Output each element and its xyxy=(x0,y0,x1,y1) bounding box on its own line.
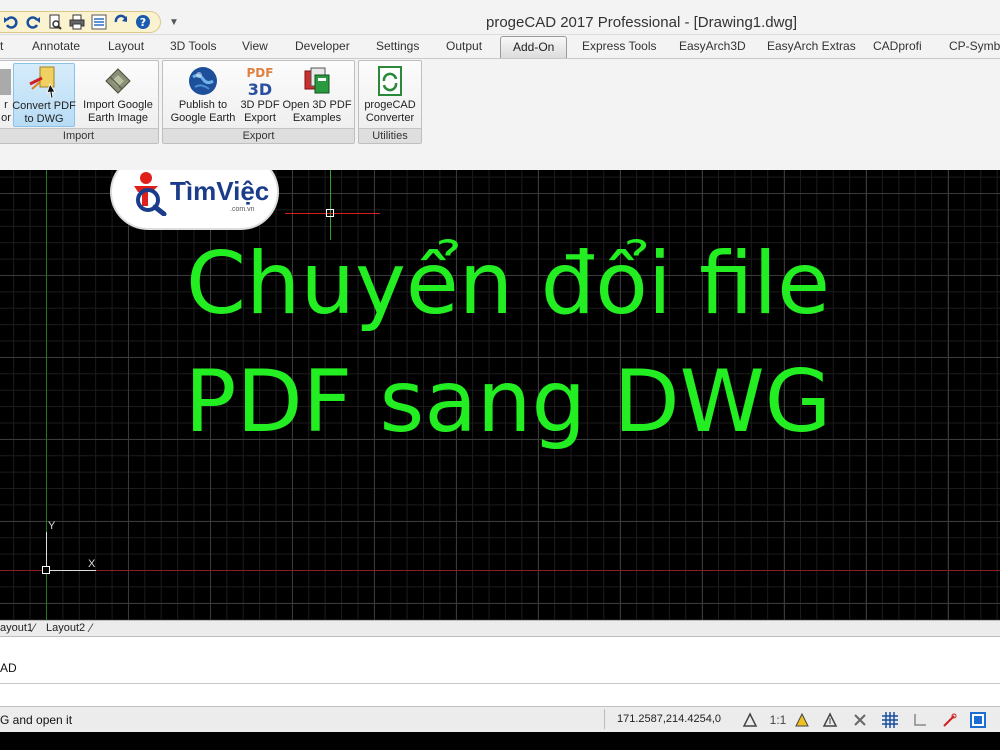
svg-text:3D: 3D xyxy=(248,80,272,99)
redo-icon[interactable] xyxy=(24,13,42,31)
pdf-3d-icon: PDF 3D xyxy=(242,63,278,99)
print-preview-icon[interactable] xyxy=(46,13,64,31)
properties-icon[interactable] xyxy=(90,13,108,31)
import-google-earth-image-button[interactable]: Import Google Earth Image xyxy=(79,63,157,127)
qat-customize-icon[interactable]: ▼ xyxy=(169,17,179,28)
window-title: progeCAD 2017 Professional - [Drawing1.d… xyxy=(486,14,797,31)
drawing-canvas[interactable]: Y X Chuyển đổi file PDF sang DWG TìmViệc… xyxy=(0,170,1000,620)
tab-3d-tools[interactable]: 3D Tools xyxy=(170,39,216,53)
tab-view[interactable]: View xyxy=(242,39,268,53)
command-history-line: AD xyxy=(0,661,17,675)
regen-icon[interactable] xyxy=(112,13,130,31)
svg-text:?: ? xyxy=(140,16,146,29)
tab-express-tools[interactable]: Express Tools xyxy=(582,39,656,53)
convert-pdf-to-dwg-button[interactable]: Convert PDF to DWG xyxy=(12,63,76,127)
tab-layout2[interactable]: Layout2 xyxy=(46,622,85,634)
utilities-panel: progeCAD Converter Utilities xyxy=(358,60,422,144)
title-bar: ? ▼ progeCAD 2017 Professional - [Drawin… xyxy=(0,0,1000,35)
tab-layout[interactable]: Layout xyxy=(108,39,144,53)
fullscreen-icon[interactable] xyxy=(968,710,988,730)
tab-easyarch3d[interactable]: EasyArch3D xyxy=(679,39,746,53)
pdf-convert-icon xyxy=(26,64,62,100)
crosshair-vertical xyxy=(330,170,331,240)
tab-cadprofi[interactable]: CADprofi xyxy=(873,39,922,53)
print-icon[interactable] xyxy=(68,13,86,31)
open-3d-pdf-examples-button[interactable]: Open 3D PDF Examples xyxy=(281,63,353,127)
tab-settings[interactable]: Settings xyxy=(376,39,419,53)
converter-icon xyxy=(372,63,408,99)
google-earth-import-icon xyxy=(100,63,136,99)
status-bar: G and open it 171.2587,214.4254,0 1:1 xyxy=(0,706,1000,732)
headline-line-1: Chuyển đổi file xyxy=(185,234,831,334)
tab-annotate[interactable]: Annotate xyxy=(32,39,80,53)
polar-tracking-icon[interactable] xyxy=(940,710,960,730)
ribbon-tabs: t Annotate Layout 3D Tools View Develope… xyxy=(0,35,1000,58)
quick-access-toolbar: ? ▼ xyxy=(0,11,179,33)
partial-button[interactable]: r or xyxy=(0,63,13,127)
utilities-panel-label: Utilities xyxy=(359,128,421,143)
bottom-border xyxy=(0,732,1000,750)
progecad-converter-button[interactable]: progeCAD Converter xyxy=(361,63,419,127)
ortho-icon[interactable] xyxy=(910,710,930,730)
undo-icon[interactable] xyxy=(2,13,20,31)
scale-label[interactable]: 1:1 xyxy=(766,710,790,730)
coordinates-readout: 171.2587,214.4254,0 xyxy=(604,709,734,729)
headline-line-2: PDF sang DWG xyxy=(184,352,832,452)
help-icon[interactable]: ? xyxy=(134,13,152,31)
x-axis-line xyxy=(0,570,1000,571)
examples-icon xyxy=(299,63,335,99)
tab-add-on[interactable]: Add-On xyxy=(500,36,568,58)
export-panel: Publish to Google Earth PDF 3D 3D PDF Exp… xyxy=(162,60,355,144)
auto-scale-icon[interactable] xyxy=(820,710,840,730)
import-panel: r or Convert PDF to DWG Import Google Ea… xyxy=(0,60,159,144)
svg-text:PDF: PDF xyxy=(247,66,274,80)
publish-to-google-earth-button[interactable]: Publish to Google Earth xyxy=(167,63,239,127)
person-search-icon xyxy=(134,172,167,216)
tab-layout1[interactable]: ayout1 xyxy=(0,622,33,634)
ribbon-body: r or Convert PDF to DWG Import Google Ea… xyxy=(0,58,1000,146)
ribbon-canvas-gap xyxy=(0,146,1000,170)
tools-icon[interactable] xyxy=(850,710,870,730)
export-panel-label: Export xyxy=(163,128,354,143)
timviec-logo: TìmViệc .com.vn xyxy=(112,170,277,228)
tab-developer[interactable]: Developer xyxy=(295,39,350,53)
status-message: G and open it xyxy=(0,713,73,727)
tab-home[interactable]: t xyxy=(0,39,3,53)
import-panel-label: Import xyxy=(0,128,158,143)
grid-icon[interactable] xyxy=(880,710,900,730)
tab-cp-symbols[interactable]: CP-Symbo xyxy=(949,39,1000,53)
annotation-visibility-icon[interactable] xyxy=(792,710,812,730)
command-window[interactable]: AD xyxy=(0,636,1000,706)
globe-icon xyxy=(185,63,221,99)
ucs-icon: Y X xyxy=(40,520,110,580)
3d-pdf-export-button[interactable]: PDF 3D 3D PDF Export xyxy=(239,63,281,127)
crosshair-pickbox xyxy=(326,209,334,217)
layout-tabs: ayout1 ⁄ Layout2 ⁄ xyxy=(0,620,1000,636)
tab-easyarch-extras[interactable]: EasyArch Extras xyxy=(767,39,856,53)
tab-output[interactable]: Output xyxy=(446,39,482,53)
annotation-scale-icon[interactable] xyxy=(740,710,760,730)
